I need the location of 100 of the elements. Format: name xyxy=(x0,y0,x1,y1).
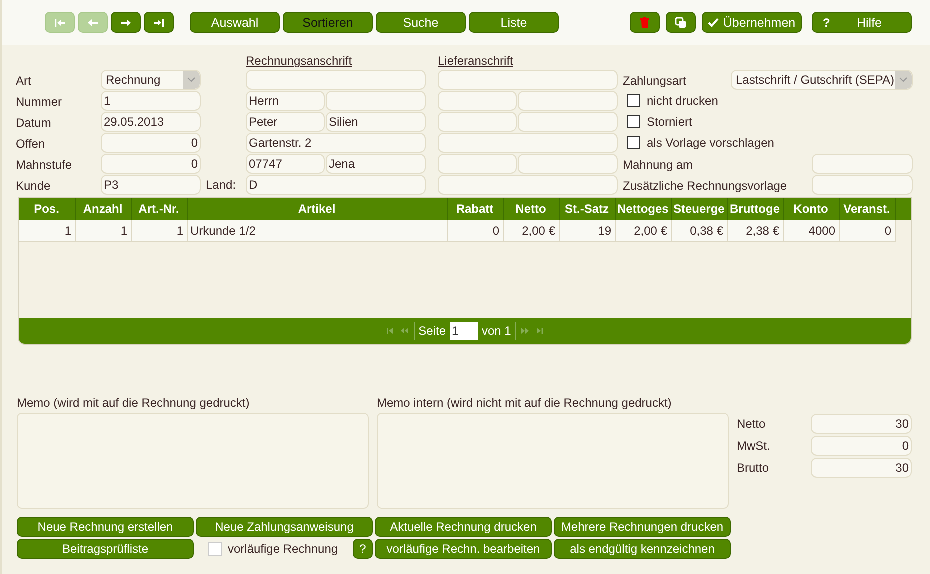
memo-label: Memo intern (wird nicht mit auf die Rechnung gedruckt) xyxy=(377,396,673,412)
table-cell: Urkunde 1/2 xyxy=(187,220,447,242)
input-field[interactable]: 1 xyxy=(101,90,201,110)
input-field[interactable] xyxy=(438,132,618,152)
input-field[interactable]: P3 xyxy=(101,174,201,194)
table-cell: 19 xyxy=(559,220,615,242)
column-header[interactable]: Netto xyxy=(503,198,559,220)
input-field[interactable] xyxy=(812,174,913,194)
input-field[interactable] xyxy=(438,154,517,174)
checkbox[interactable] xyxy=(627,115,640,128)
checkbox-label: vorläufige Rechnung xyxy=(228,542,340,556)
input-field[interactable] xyxy=(438,70,618,90)
copy-button[interactable] xyxy=(666,12,696,33)
action-button[interactable]: Neue Rechnung erstellen xyxy=(17,517,194,537)
action-button[interactable]: Aktuelle Rechnung drucken xyxy=(375,517,552,537)
bar-arrow-icon xyxy=(54,18,66,28)
arrow-icon xyxy=(87,18,99,28)
input-field[interactable]: 0 xyxy=(101,154,201,174)
column-header[interactable]: Rabatt xyxy=(447,198,503,220)
caret-icon xyxy=(183,70,200,88)
input-field[interactable]: 07747 xyxy=(246,154,325,174)
page-count: von 1 xyxy=(482,324,512,338)
caret-icon xyxy=(895,70,912,88)
payment-dropdown[interactable]: Lastschrift / Gutschrift (SEPA) xyxy=(731,70,913,90)
action-button[interactable]: Mehrere Rechnungen drucken xyxy=(554,517,731,537)
input-field[interactable]: Herrn xyxy=(246,90,325,110)
checkbox[interactable] xyxy=(627,94,640,107)
apply-button[interactable]: Übernehmen xyxy=(702,12,802,33)
memo-label: Memo (wird mit auf die Rechnung gedruckt) xyxy=(17,396,251,412)
table-cell: 1 xyxy=(131,220,187,242)
input-field[interactable] xyxy=(812,154,913,174)
memo-field[interactable] xyxy=(17,413,369,509)
column-header[interactable]: Pos. xyxy=(19,198,75,220)
view-button[interactable]: Auswahl xyxy=(190,12,280,33)
input-field[interactable]: 29.05.2013 xyxy=(101,112,201,132)
table-cell: 2,00 € xyxy=(503,220,559,242)
column-header[interactable]: Veranst. xyxy=(839,198,895,220)
action-button[interactable]: Beitragsprüfliste xyxy=(17,539,194,559)
column-header[interactable]: St.-Satz xyxy=(559,198,615,220)
input-field[interactable] xyxy=(246,70,426,90)
column-header[interactable]: Bruttoge xyxy=(727,198,783,220)
input-field[interactable]: 0 xyxy=(101,132,201,152)
view-button[interactable]: Sortieren xyxy=(283,12,373,33)
total-label: MwSt. xyxy=(737,438,772,452)
input-field[interactable] xyxy=(438,174,618,194)
arrow-icon xyxy=(120,18,132,28)
help-button[interactable]: ? Hilfe xyxy=(812,12,912,33)
input-field[interactable] xyxy=(438,112,517,132)
total-field[interactable]: 0 xyxy=(811,436,912,456)
column-header[interactable]: Nettoges xyxy=(615,198,671,220)
action-button[interactable]: vorläufige Rechn. bearbeiten xyxy=(375,539,552,559)
next-record-button[interactable] xyxy=(111,12,141,33)
trash-icon xyxy=(640,16,650,28)
checkbox-label: Storniert xyxy=(647,114,692,128)
input-field[interactable]: Gartenstr. 2 xyxy=(246,132,426,152)
table-cell: 4000 xyxy=(783,220,839,242)
copy-icon xyxy=(675,16,687,28)
checkbox[interactable] xyxy=(627,136,640,149)
table-cell: 0 xyxy=(839,220,895,242)
page-input[interactable]: 1 xyxy=(450,322,478,340)
field-label: Art xyxy=(16,72,32,88)
column-header[interactable]: Anzahl xyxy=(75,198,131,220)
total-label: Netto xyxy=(737,416,767,430)
help-button[interactable]: ? xyxy=(353,539,373,559)
field-label: Zahlungsart xyxy=(623,72,686,88)
view-button[interactable]: Suche xyxy=(376,12,466,33)
input-field[interactable]: D xyxy=(246,174,426,194)
checkbox-label: als Vorlage vorschlagen xyxy=(647,136,774,150)
section-heading: Rechnungsanschrift xyxy=(246,54,352,68)
input-field[interactable] xyxy=(518,112,618,132)
page-label: Seite xyxy=(418,324,446,338)
field-label: Nummer xyxy=(16,94,64,108)
input-field[interactable] xyxy=(518,154,618,174)
delete-button[interactable] xyxy=(630,12,660,33)
column-header[interactable]: Konto xyxy=(783,198,839,220)
column-header[interactable]: Artikel xyxy=(187,198,447,220)
last-record-button[interactable] xyxy=(144,12,174,33)
input-field[interactable]: Silien xyxy=(326,112,426,132)
total-field[interactable]: 30 xyxy=(811,458,912,478)
total-field[interactable]: 30 xyxy=(811,414,912,434)
view-button[interactable]: Liste xyxy=(469,12,559,33)
input-field[interactable]: Jena xyxy=(326,154,426,174)
field-label: Offen xyxy=(16,136,46,150)
type-dropdown[interactable]: Rechnung xyxy=(101,70,201,90)
memo-field[interactable] xyxy=(377,413,729,509)
column-header[interactable]: Steuerge xyxy=(671,198,727,220)
table-cell: 2,38 € xyxy=(727,220,783,242)
input-field[interactable] xyxy=(438,90,517,110)
table-cell: 0,38 € xyxy=(671,220,727,242)
column-header[interactable]: Art.-Nr. xyxy=(131,198,187,220)
action-button[interactable]: Neue Zahlungsanweisung xyxy=(196,517,373,537)
table-cell: 2,00 € xyxy=(615,220,671,242)
field-label: Mahnstufe xyxy=(16,156,74,172)
table-cell: 1 xyxy=(75,220,131,242)
input-field[interactable]: Peter xyxy=(246,112,325,132)
table-cell: 1 xyxy=(19,220,75,242)
action-button[interactable]: als endgültig kennzeichnen xyxy=(554,539,731,559)
input-field[interactable] xyxy=(518,90,618,110)
input-field[interactable] xyxy=(326,90,426,110)
section-heading: Lieferanschrift xyxy=(438,54,514,68)
